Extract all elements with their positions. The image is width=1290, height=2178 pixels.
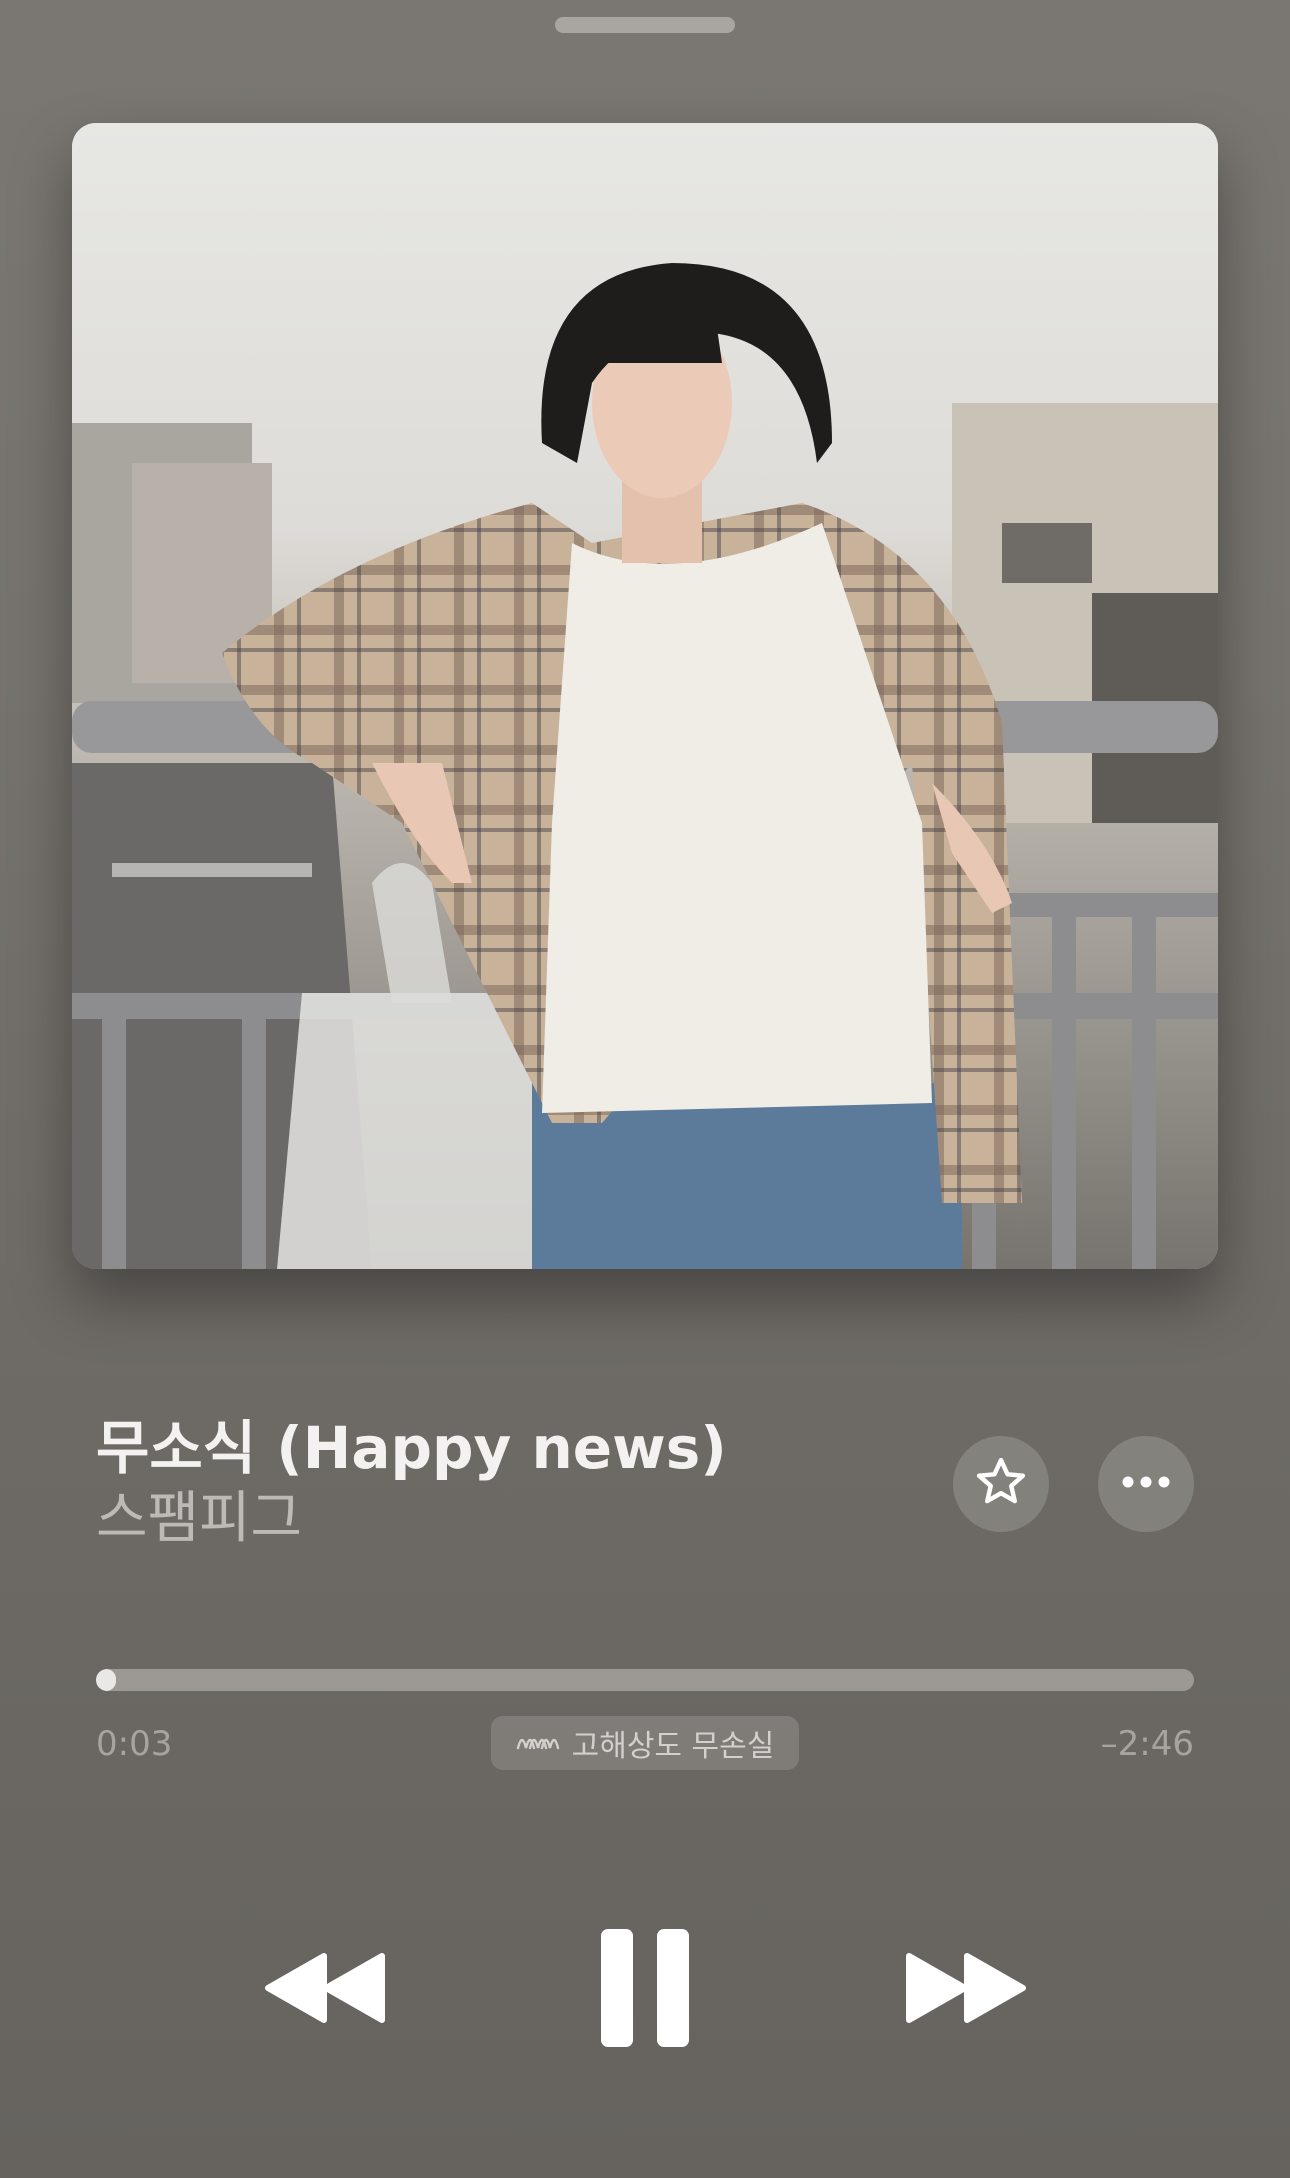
- play-pause-button[interactable]: [580, 1915, 710, 2065]
- album-artwork: [72, 123, 1218, 1269]
- ellipsis-icon: [1118, 1472, 1174, 1496]
- lossless-waveform-icon: [516, 1728, 562, 1758]
- track-title[interactable]: 무소식 (Happy news): [96, 1410, 916, 1486]
- playback-scrubber[interactable]: [96, 1669, 1194, 1691]
- quality-label: 고해상도 무손실: [571, 1729, 775, 1764]
- remaining-time: –2:46: [1100, 1724, 1194, 1764]
- fast-forward-icon: [903, 1952, 1027, 2028]
- rewind-icon: [264, 1952, 388, 2028]
- track-artist[interactable]: 스팸피그: [96, 1482, 916, 1556]
- lossless-quality-badge[interactable]: 고해상도 무손실: [491, 1716, 799, 1770]
- pause-icon: [599, 1927, 691, 2053]
- sheet-grabber-handle[interactable]: [555, 17, 735, 33]
- star-icon: [973, 1454, 1029, 1514]
- album-artwork-image: [72, 123, 1218, 1269]
- next-track-button[interactable]: [895, 1935, 1035, 2045]
- previous-track-button[interactable]: [256, 1935, 396, 2045]
- playback-progress-fill: [96, 1669, 116, 1691]
- favorite-button[interactable]: [953, 1436, 1049, 1532]
- more-options-button[interactable]: [1098, 1436, 1194, 1532]
- elapsed-time: 0:03: [96, 1724, 173, 1764]
